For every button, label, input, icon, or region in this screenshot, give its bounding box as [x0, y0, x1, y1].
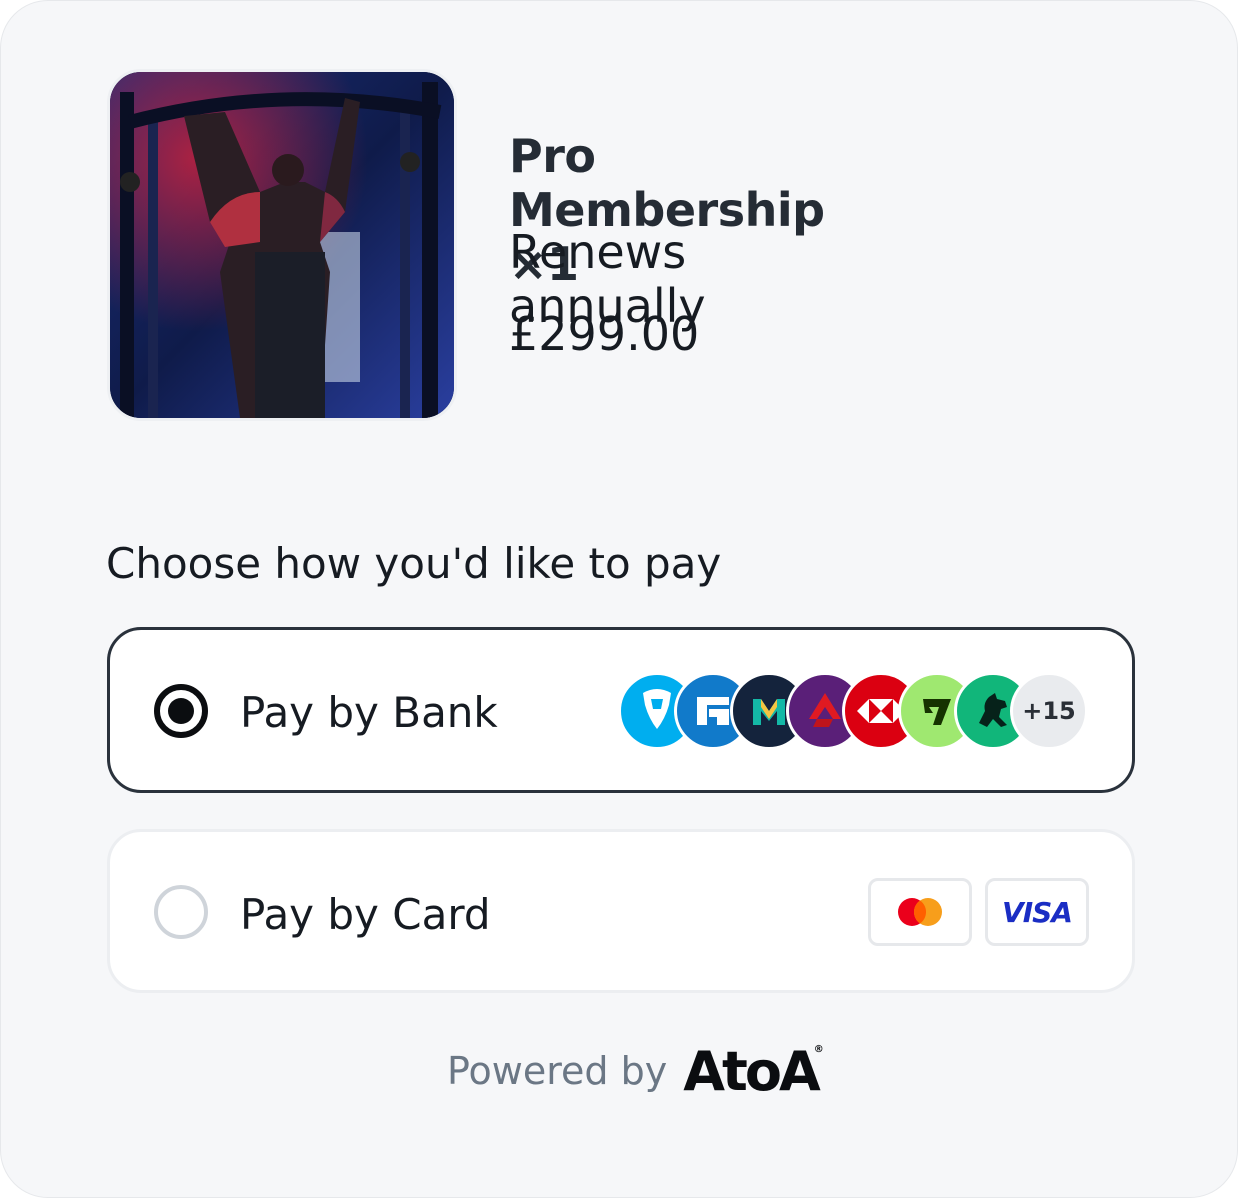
pay-by-card-option[interactable]: Pay by Card VISA [107, 829, 1135, 993]
checkout-card: Pro Membership ×1 Renews annually £299.0… [0, 0, 1238, 1198]
atoa-brand-text: AtoA [683, 1039, 820, 1103]
more-banks-badge: +15 [1010, 672, 1088, 750]
radio-unselected-icon[interactable] [154, 885, 208, 939]
radio-selected-icon[interactable] [154, 684, 208, 738]
pay-by-bank-label: Pay by Bank [240, 688, 498, 737]
product-price: £299.00 [509, 307, 700, 361]
payment-heading: Choose how you'd like to pay [106, 539, 722, 588]
pay-by-card-label: Pay by Card [240, 890, 491, 939]
mastercard-icon [868, 878, 972, 946]
atoa-logo: AtoA ® [683, 1039, 824, 1103]
pay-by-bank-option[interactable]: Pay by Bank +15 [107, 627, 1135, 793]
bank-logos: +15 [618, 672, 1088, 752]
visa-logo-text: VISA [1002, 895, 1073, 929]
powered-by-footer: Powered by AtoA ® [447, 1040, 824, 1103]
product-image [107, 69, 457, 421]
visa-icon: VISA [985, 878, 1089, 946]
registered-mark: ® [813, 1043, 824, 1055]
product-section: Pro Membership ×1 Renews annually £299.0… [107, 69, 825, 421]
powered-by-text: Powered by [447, 1049, 668, 1093]
